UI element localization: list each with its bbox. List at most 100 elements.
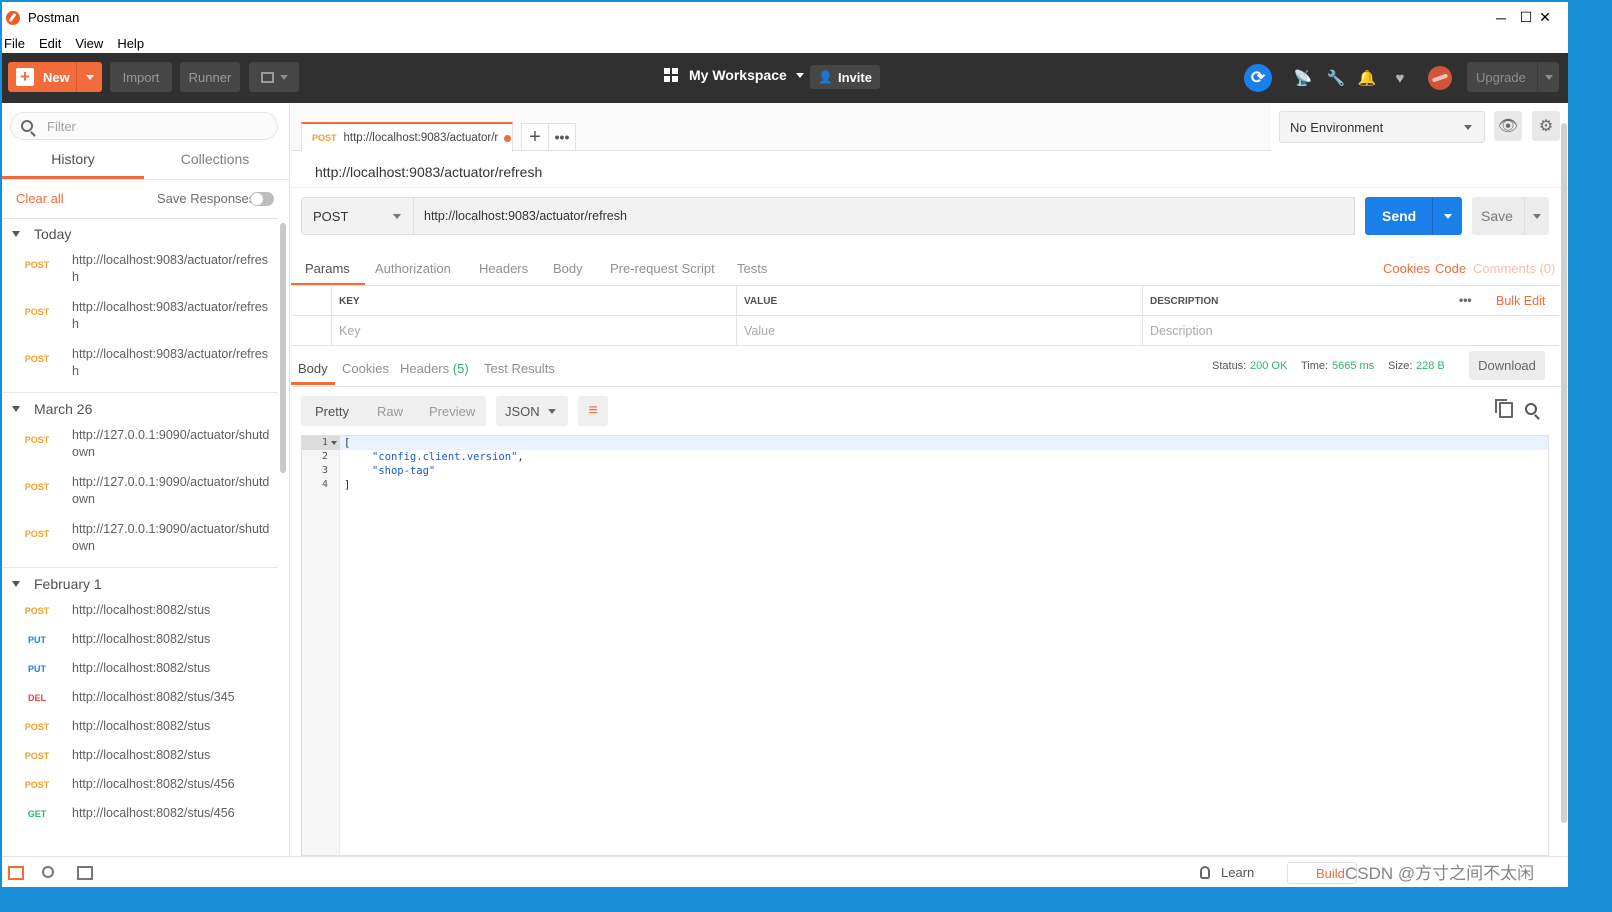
param-description-input[interactable]: Description [1142, 316, 1559, 346]
history-item[interactable]: PUT http://localhost:8082/stus [2, 660, 278, 677]
new-window-button[interactable] [249, 62, 299, 92]
history-item[interactable]: PUT http://localhost:8082/stus [2, 631, 278, 648]
tab-collections[interactable]: Collections [144, 151, 286, 179]
environment-quick-look-eye-icon[interactable]: 👁 [1494, 111, 1522, 141]
interceptor-icon[interactable]: 📡 [1292, 67, 1314, 89]
save-responses-toggle[interactable] [250, 192, 274, 206]
chevron-down-icon [795, 72, 804, 78]
tab-authorization[interactable]: Authorization [375, 256, 451, 286]
console-icon[interactable] [77, 866, 93, 880]
history-item[interactable]: POST http://localhost:8082/stus [2, 602, 278, 619]
tab-response-headers[interactable]: Headers (5) [400, 351, 469, 385]
toggle-sidebar-icon[interactable] [8, 866, 24, 880]
history-item[interactable]: POST http://localhost:8082/stus [2, 747, 278, 764]
menu-edit[interactable]: Edit [39, 36, 61, 51]
wrap-lines-icon[interactable]: ≡ [578, 396, 608, 426]
sync-icon[interactable]: ⟳ [1244, 64, 1272, 92]
history-item[interactable]: POST http://localhost:8082/stus/456 [2, 776, 278, 793]
chevron-down-icon [393, 214, 401, 219]
history-item[interactable]: GET http://localhost:8082/stus/456 [2, 805, 278, 822]
params-more-button[interactable]: ••• [1459, 293, 1472, 307]
line-number: 2 [321, 451, 328, 462]
code-link[interactable]: Code [1435, 261, 1466, 276]
menu-file[interactable]: File [4, 36, 25, 51]
workspace-selector[interactable]: My Workspace [664, 67, 804, 83]
send-dropdown-button[interactable] [1432, 197, 1462, 235]
settings-wrench-icon[interactable]: 🔧 [1325, 67, 1347, 89]
notifications-bell-icon[interactable]: 🔔 [1356, 67, 1378, 89]
main-scrollbar[interactable] [1561, 123, 1567, 823]
history-group[interactable]: February 1 [2, 571, 102, 597]
history-item[interactable]: POST http://127.0.0.1:9090/actuator/shutd… [2, 474, 278, 508]
line-gutter [302, 436, 340, 855]
postman-logo-icon [6, 10, 20, 25]
tab-body[interactable]: Body [553, 256, 583, 286]
request-tab[interactable]: POST http://localhost:9083/actuator/r [301, 122, 513, 152]
history-item[interactable]: POST http://localhost:9083/actuator/refre… [2, 346, 278, 380]
language-select[interactable]: JSON [496, 396, 568, 426]
tab-tests[interactable]: Tests [737, 256, 767, 286]
tab-test-results[interactable]: Test Results [484, 351, 555, 385]
history-item[interactable]: POST http://127.0.0.1:9090/actuator/shutd… [2, 427, 278, 461]
format-raw[interactable]: Raw [377, 396, 403, 426]
send-button[interactable]: Send [1365, 197, 1462, 235]
history-group[interactable]: Today [2, 221, 71, 247]
fold-arrow-icon[interactable] [331, 441, 337, 445]
invite-button[interactable]: 👤 Invite [810, 65, 880, 89]
tab-more-button[interactable]: ••• [548, 123, 576, 151]
new-button[interactable]: + New [8, 62, 102, 92]
menu-help[interactable]: Help [117, 36, 144, 51]
history-group[interactable]: March 26 [2, 396, 92, 422]
format-pretty[interactable]: Pretty [315, 396, 349, 426]
history-item-method: POST [24, 354, 50, 364]
save-button[interactable]: Save [1472, 197, 1549, 235]
history-item-method: PUT [28, 664, 46, 674]
download-button[interactable]: Download [1469, 351, 1545, 380]
filter-input[interactable]: Filter [10, 112, 278, 140]
clear-all-link[interactable]: Clear all [16, 191, 64, 206]
heart-icon[interactable]: ♥ [1389, 67, 1411, 89]
tab-response-cookies[interactable]: Cookies [342, 351, 389, 385]
upgrade-dropdown-button[interactable] [1537, 62, 1559, 92]
upgrade-button[interactable]: Upgrade [1467, 62, 1559, 92]
history-item[interactable]: POST http://localhost:8082/stus [2, 718, 278, 735]
line-number: 4 [321, 479, 328, 490]
environment-selector[interactable]: No Environment [1279, 111, 1485, 143]
find-icon[interactable] [42, 866, 54, 878]
avatar[interactable] [1428, 66, 1452, 90]
runner-button[interactable]: Runner [180, 62, 240, 92]
new-dropdown-button[interactable] [76, 62, 102, 92]
tab-params[interactable]: Params [291, 256, 365, 286]
search-icon[interactable] [1525, 403, 1537, 415]
cookies-link[interactable]: Cookies [1383, 261, 1430, 276]
history-item[interactable]: POST http://127.0.0.1:9090/actuator/shutd… [2, 521, 278, 555]
tab-pre-request-script[interactable]: Pre-request Script [610, 256, 715, 286]
history-item[interactable]: POST http://localhost:9083/actuator/refre… [2, 252, 278, 286]
param-value-input[interactable]: Value [736, 316, 1142, 346]
new-tab-button[interactable]: + [521, 123, 549, 151]
chevron-down-icon [1533, 213, 1541, 219]
method-select[interactable]: POST [301, 197, 414, 235]
close-button[interactable]: ✕ [1522, 2, 1568, 33]
time-value: 5665 ms [1332, 360, 1375, 372]
save-dropdown-button[interactable] [1524, 197, 1549, 235]
sidebar-scrollbar[interactable] [280, 223, 286, 473]
history-item[interactable]: DEL http://localhost:8082/stus/345 [2, 689, 278, 706]
url-input[interactable]: http://localhost:9083/actuator/refresh [414, 197, 1355, 235]
param-key-input[interactable]: Key [331, 316, 736, 346]
history-item[interactable]: POST http://localhost:9083/actuator/refre… [2, 299, 278, 333]
history-item-url: http://localhost:9083/actuator/refresh [72, 253, 268, 284]
comments-link[interactable]: Comments (0) [1473, 261, 1555, 276]
menu-view[interactable]: View [75, 36, 103, 51]
format-preview[interactable]: Preview [429, 396, 475, 426]
bulk-edit-link[interactable]: Bulk Edit [1496, 294, 1545, 308]
import-button[interactable]: Import [110, 62, 172, 92]
learn-button[interactable]: Learn [1200, 865, 1254, 880]
divider [2, 567, 278, 568]
manage-environments-gear-icon[interactable]: ⚙ [1532, 111, 1560, 141]
copy-icon[interactable] [1495, 399, 1513, 418]
tab-headers[interactable]: Headers [479, 256, 528, 286]
tab-history[interactable]: History [2, 151, 144, 179]
tab-response-body[interactable]: Body [291, 351, 335, 385]
response-editor[interactable]: 1 2 3 4 [ "config.client.version", "shop… [301, 435, 1549, 856]
